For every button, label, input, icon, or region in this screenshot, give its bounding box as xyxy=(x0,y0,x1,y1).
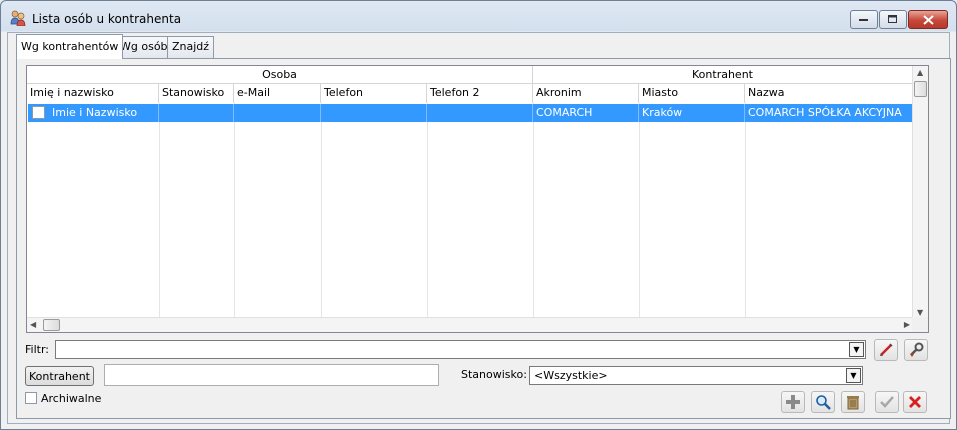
cell-phone xyxy=(321,104,427,122)
group-header-kontrahent: Kontrahent xyxy=(533,66,913,84)
minimize-button[interactable] xyxy=(850,10,878,29)
scroll-right-icon[interactable]: ▶ xyxy=(904,320,910,329)
position-combo[interactable]: <Wszystkie> ▼ xyxy=(529,366,863,385)
tab-panel: Osoba Kontrahent Imię i nazwisko Stanowi… xyxy=(16,58,951,419)
cell-acronym: COMARCH xyxy=(533,104,639,122)
minimize-icon xyxy=(859,18,868,21)
confirm-button[interactable] xyxy=(875,391,899,413)
archive-checkbox[interactable] xyxy=(25,392,37,404)
tab-label: Wg osób xyxy=(120,40,168,53)
column-header-acronym[interactable]: Akronim xyxy=(533,84,639,103)
filter-builder-button[interactable] xyxy=(904,339,928,361)
cell-name: Imie i Nazwisko xyxy=(28,104,159,122)
column-divider xyxy=(427,103,428,319)
title-bar[interactable]: Lista osób u kontrahenta xyxy=(1,1,956,33)
tab-label: Znajdź xyxy=(172,40,210,53)
persons-grid[interactable]: Osoba Kontrahent Imię i nazwisko Stanowi… xyxy=(26,65,929,333)
maximize-icon xyxy=(888,15,897,23)
column-header-name[interactable]: Imię i nazwisko xyxy=(27,84,159,103)
horizontal-scroll-thumb[interactable] xyxy=(43,319,60,331)
contacts-icon xyxy=(10,10,26,26)
contractor-field[interactable] xyxy=(104,364,439,386)
column-header-email[interactable]: e-Mail xyxy=(234,84,321,103)
cell-company: COMARCH SPÓŁKA AKCYJNA xyxy=(748,106,902,119)
position-label: Stanowisko: xyxy=(461,368,527,381)
column-header-city[interactable]: Miasto xyxy=(639,84,745,103)
cell-position xyxy=(159,104,234,122)
clear-filter-button[interactable] xyxy=(874,339,898,361)
column-header-phone[interactable]: Telefon xyxy=(321,84,427,103)
close-x-icon xyxy=(909,396,921,408)
window: Lista osób u kontrahenta Wg kontrahentów… xyxy=(0,0,957,430)
archive-label: Archiwalne xyxy=(41,392,102,405)
scroll-up-icon[interactable]: ▲ xyxy=(917,68,923,77)
column-divider xyxy=(533,103,534,319)
delete-button[interactable] xyxy=(841,391,865,413)
cell-city: Kraków xyxy=(639,104,745,122)
preview-button[interactable] xyxy=(811,391,835,413)
cell-name-text: Imie i Nazwisko xyxy=(52,106,138,119)
chevron-down-icon[interactable]: ▼ xyxy=(849,342,864,357)
column-divider xyxy=(234,103,235,319)
vertical-scrollbar[interactable]: ▲ ▼ xyxy=(912,66,928,318)
group-header-osoba: Osoba xyxy=(27,66,533,84)
contractor-button[interactable]: Kontrahent xyxy=(25,366,94,386)
scroll-down-icon[interactable]: ▼ xyxy=(917,308,923,317)
column-divider xyxy=(745,103,746,319)
client-area: Wg kontrahentów Wg osób Znajdź Osoba Kon… xyxy=(7,32,951,424)
close-icon xyxy=(922,14,934,25)
tab-znajdz[interactable]: Znajdź xyxy=(167,36,215,58)
maximize-button[interactable] xyxy=(879,10,907,29)
chevron-down-icon[interactable]: ▼ xyxy=(846,368,861,383)
add-button[interactable] xyxy=(781,391,805,413)
column-divider xyxy=(159,103,160,319)
tab-label: Wg kontrahentów xyxy=(21,40,119,53)
column-divider xyxy=(321,103,322,319)
scrollbar-corner xyxy=(912,317,928,332)
tab-wg-osob[interactable]: Wg osób xyxy=(115,36,173,58)
vertical-scroll-thumb[interactable] xyxy=(914,81,927,97)
filter-wrench-icon xyxy=(910,342,924,357)
checkmark-icon xyxy=(880,396,894,408)
column-divider xyxy=(639,103,640,319)
close-window-button[interactable] xyxy=(908,10,948,29)
column-header-company[interactable]: Nazwa xyxy=(745,84,913,103)
row-checkbox[interactable] xyxy=(32,106,45,119)
trash-icon xyxy=(847,396,859,410)
clear-filter-icon xyxy=(880,343,893,356)
cell-phone2 xyxy=(427,104,533,122)
filter-combo[interactable]: ▼ xyxy=(55,340,866,359)
column-header-phone2[interactable]: Telefon 2 xyxy=(427,84,533,103)
horizontal-scrollbar[interactable]: ◀ ▶ xyxy=(27,317,913,332)
cancel-button[interactable] xyxy=(903,391,927,413)
scroll-left-icon[interactable]: ◀ xyxy=(30,320,36,329)
plus-icon xyxy=(786,395,800,409)
window-title: Lista osób u kontrahenta xyxy=(32,12,182,26)
table-row[interactable]: Imie i Nazwisko COMARCH Kraków COMARCH S… xyxy=(28,104,914,122)
cell-email xyxy=(234,104,321,122)
contractor-button-label: Kontrahent xyxy=(29,369,90,383)
filter-label: Filtr: xyxy=(25,343,49,356)
column-header-position[interactable]: Stanowisko xyxy=(159,84,234,103)
tab-wg-kontrahentow[interactable]: Wg kontrahentów xyxy=(16,34,124,59)
position-selected: <Wszystkie> xyxy=(534,369,608,382)
magnifier-icon xyxy=(816,395,831,410)
